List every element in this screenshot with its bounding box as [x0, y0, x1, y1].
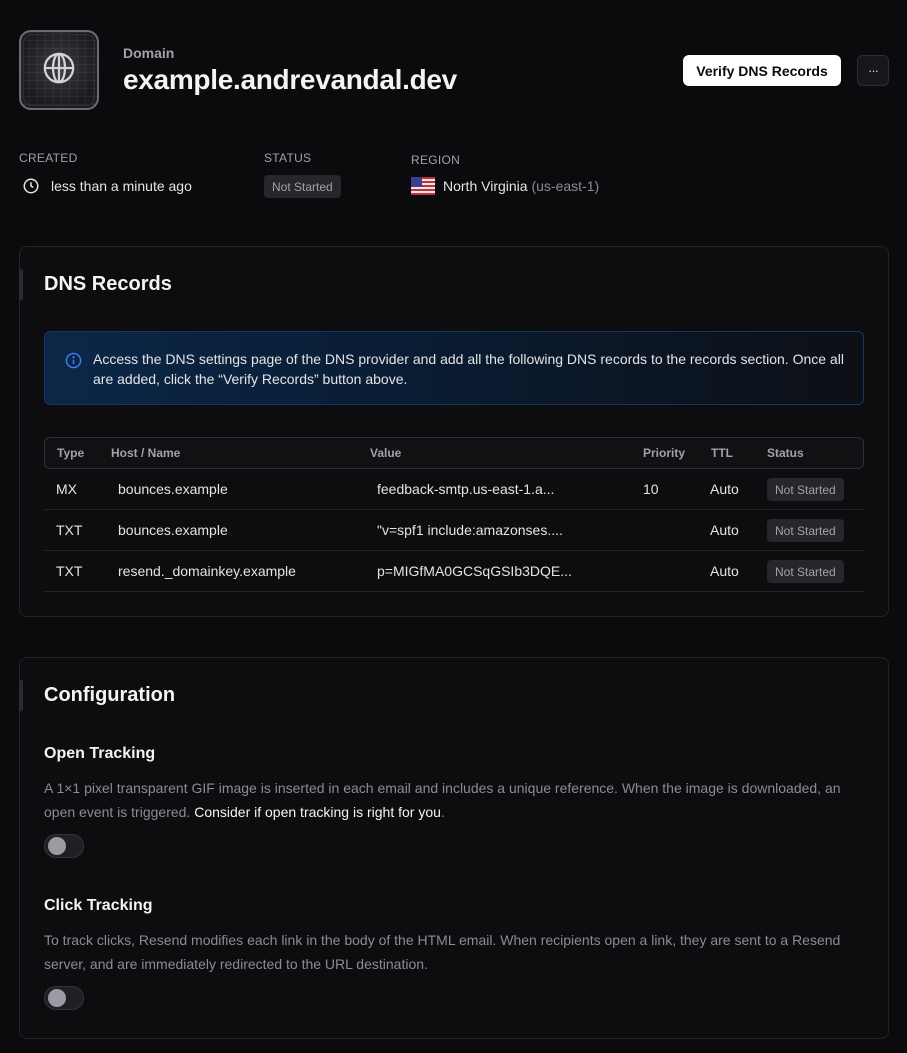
toggle-knob	[48, 837, 66, 855]
ellipsis-icon: ···	[868, 63, 879, 78]
domain-avatar	[19, 30, 99, 110]
record-ttl: Auto	[710, 563, 739, 579]
record-priority: 10	[643, 481, 659, 497]
region-name: North Virginia	[443, 178, 528, 194]
page-eyebrow: Domain	[123, 45, 175, 61]
record-ttl: Auto	[710, 481, 739, 497]
created-label: CREATED	[19, 151, 78, 165]
click-tracking-title: Click Tracking	[44, 897, 153, 914]
globe-icon	[42, 51, 76, 90]
dns-records-title: DNS Records	[44, 273, 172, 295]
record-value[interactable]: "v=spf1 include:amazonses....	[377, 522, 563, 538]
col-type: Type	[57, 446, 85, 460]
open-tracking-title: Open Tracking	[44, 745, 156, 762]
col-ttl: TTL	[711, 446, 733, 460]
record-type: TXT	[56, 563, 83, 579]
page-title: example.andrevandal.dev	[123, 64, 457, 95]
created-value: less than a minute ago	[51, 178, 192, 194]
record-status-badge: Not Started	[767, 519, 844, 542]
record-status-badge: Not Started	[767, 560, 844, 583]
open-tracking-link[interactable]: Consider if open tracking is right for y…	[194, 804, 441, 820]
dns-records-table: Type Host / Name Value Priority TTL Stat…	[44, 437, 864, 592]
col-status: Status	[767, 446, 804, 460]
open-tracking-description: A 1×1 pixel transparent GIF image is ins…	[44, 780, 841, 820]
dns-info-text: Access the DNS settings page of the DNS …	[93, 351, 844, 387]
col-host: Host / Name	[111, 446, 181, 460]
configuration-card: Configuration Open Tracking A 1×1 pixel …	[19, 657, 889, 1039]
click-tracking-description: To track clicks, Resend modifies each li…	[44, 932, 841, 972]
record-host[interactable]: bounces.example	[118, 522, 228, 538]
table-header: Type Host / Name Value Priority TTL Stat…	[44, 437, 864, 469]
us-flag-icon	[411, 177, 435, 200]
table-row[interactable]: MX bounces.example feedback-smtp.us-east…	[44, 469, 864, 510]
record-value[interactable]: feedback-smtp.us-east-1.a...	[377, 481, 554, 497]
record-host[interactable]: resend._domainkey.example	[118, 563, 296, 579]
status-label: STATUS	[264, 151, 312, 165]
configuration-title: Configuration	[44, 684, 176, 706]
record-value[interactable]: p=MIGfMA0GCSqGSIb3DQE...	[377, 563, 572, 579]
table-row[interactable]: TXT resend._domainkey.example p=MIGfMA0G…	[44, 551, 864, 592]
verify-dns-records-button[interactable]: Verify DNS Records	[683, 55, 841, 86]
clock-icon	[22, 177, 40, 200]
info-icon	[65, 352, 82, 374]
record-host[interactable]: bounces.example	[118, 481, 228, 497]
col-value: Value	[370, 446, 402, 460]
dns-info-callout: Access the DNS settings page of the DNS …	[44, 331, 864, 405]
open-tracking-toggle[interactable]	[44, 834, 84, 858]
dns-records-card: DNS Records Access the DNS settings page…	[19, 246, 889, 617]
table-row[interactable]: TXT bounces.example "v=spf1 include:amaz…	[44, 510, 864, 551]
region-label: REGION	[411, 153, 461, 167]
region-value: North Virginia (us-east-1)	[443, 178, 599, 194]
record-type: TXT	[56, 522, 83, 538]
status-badge: Not Started	[264, 175, 341, 198]
click-tracking-toggle[interactable]	[44, 986, 84, 1010]
toggle-knob	[48, 989, 66, 1007]
record-ttl: Auto	[710, 522, 739, 538]
record-type: MX	[56, 481, 77, 497]
col-priority: Priority	[643, 446, 686, 460]
more-options-button[interactable]: ···	[857, 55, 889, 86]
record-status-badge: Not Started	[767, 478, 844, 501]
region-code: (us-east-1)	[531, 178, 600, 194]
